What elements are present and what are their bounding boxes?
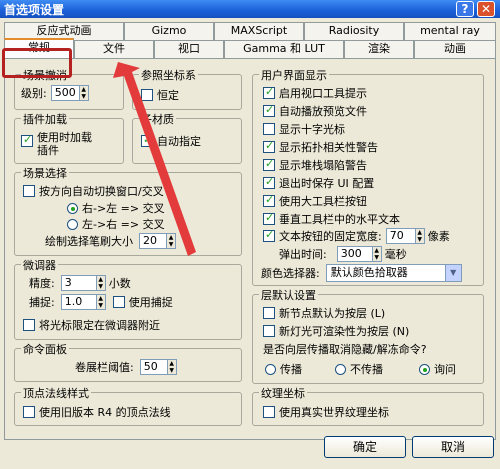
window-title: 首选项设置 bbox=[4, 3, 65, 17]
close-button[interactable]: ✕ bbox=[477, 1, 495, 17]
preferences-dialog: 反应式动画 Gizmo MAXScript Radiosity mental r… bbox=[0, 18, 500, 469]
title-bar: 首选项设置 ? ✕ bbox=[0, 0, 500, 18]
help-button[interactable]: ? bbox=[456, 1, 474, 17]
annotation-arrow-icon bbox=[113, 62, 196, 256]
